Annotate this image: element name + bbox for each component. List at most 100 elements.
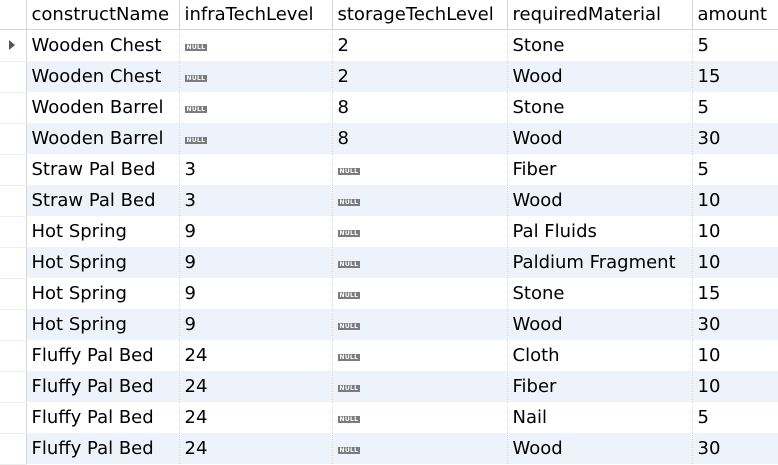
grid-cell[interactable]: Fiber (507, 154, 693, 185)
grid-cell[interactable]: 15 (692, 278, 778, 309)
column-header[interactable]: requiredMaterial (507, 0, 693, 30)
grid-cell[interactable]: 24 (179, 340, 333, 371)
row-selector[interactable] (0, 61, 27, 93)
grid-cell[interactable]: NULL (332, 216, 508, 247)
grid-cell[interactable]: 2 (332, 29, 508, 61)
grid-cell[interactable]: Stone (507, 92, 693, 123)
grid-cell[interactable]: NULL (332, 154, 508, 185)
column-header[interactable]: amount (692, 0, 778, 30)
grid-cell[interactable]: Cloth (507, 340, 693, 371)
grid-cell[interactable]: 2 (332, 61, 508, 92)
grid-cell[interactable]: Hot Spring (26, 247, 180, 278)
table-row[interactable]: Wooden Barrel NULL 8 Stone 5 (0, 92, 778, 124)
table-row[interactable]: Fluffy Pal Bed 24 NULL Wood 30 (0, 433, 778, 465)
grid-cell[interactable]: Fluffy Pal Bed (26, 371, 180, 402)
row-selector[interactable] (0, 247, 27, 279)
grid-cell[interactable]: Wood (507, 185, 693, 216)
grid-cell[interactable]: Fiber (507, 371, 693, 402)
grid-cell[interactable]: Fluffy Pal Bed (26, 340, 180, 371)
grid-cell[interactable]: NULL (332, 340, 508, 371)
table-row[interactable]: Hot Spring 9 NULL Pal Fluids 10 (0, 216, 778, 248)
row-selector[interactable] (0, 185, 27, 217)
grid-cell[interactable]: NULL (332, 185, 508, 216)
grid-cell[interactable]: 24 (179, 433, 333, 464)
grid-cell[interactable]: NULL (179, 92, 333, 123)
grid-cell[interactable]: Paldium Fragment (507, 247, 693, 278)
table-row[interactable]: Hot Spring 9 NULL Wood 30 (0, 309, 778, 341)
grid-cell[interactable]: 5 (692, 154, 778, 185)
grid-cell[interactable]: Hot Spring (26, 309, 180, 340)
grid-cell[interactable]: 5 (692, 402, 778, 433)
grid-cell[interactable]: 10 (692, 216, 778, 247)
grid-cell[interactable]: NULL (332, 278, 508, 309)
table-row[interactable]: Fluffy Pal Bed 24 NULL Cloth 10 (0, 340, 778, 372)
table-row[interactable]: Wooden Chest NULL 2 Wood 15 (0, 61, 778, 93)
grid-cell[interactable]: 10 (692, 185, 778, 216)
grid-cell[interactable]: Stone (507, 278, 693, 309)
row-selector[interactable] (0, 92, 27, 124)
table-row[interactable]: Wooden Barrel NULL 8 Wood 30 (0, 123, 778, 155)
grid-cell[interactable]: 5 (692, 29, 778, 61)
grid-cell[interactable]: Wood (507, 123, 693, 154)
row-selector[interactable] (0, 371, 27, 403)
grid-cell[interactable]: NULL (179, 123, 333, 154)
grid-cell[interactable]: Wooden Barrel (26, 92, 180, 123)
row-selector[interactable] (0, 29, 27, 62)
grid-cell[interactable]: 3 (179, 154, 333, 185)
grid-cell[interactable]: 8 (332, 123, 508, 154)
row-selector[interactable] (0, 278, 27, 310)
table-row[interactable]: Fluffy Pal Bed 24 NULL Fiber 10 (0, 371, 778, 403)
grid-cell[interactable]: Fluffy Pal Bed (26, 433, 180, 464)
grid-cell[interactable]: Pal Fluids (507, 216, 693, 247)
grid-cell[interactable]: NULL (179, 61, 333, 92)
grid-cell[interactable]: 9 (179, 309, 333, 340)
row-selector[interactable] (0, 123, 27, 155)
row-selector[interactable] (0, 433, 27, 465)
row-selector[interactable] (0, 154, 27, 186)
grid-cell[interactable]: 30 (692, 309, 778, 340)
grid-cell[interactable]: NULL (332, 247, 508, 278)
row-selector[interactable] (0, 402, 27, 434)
results-grid[interactable]: constructName infraTechLevel storageTech… (0, 0, 778, 465)
grid-cell[interactable]: Wooden Chest (26, 61, 180, 92)
grid-cell[interactable]: Wood (507, 309, 693, 340)
grid-cell[interactable]: Hot Spring (26, 216, 180, 247)
grid-cell[interactable]: NULL (332, 402, 508, 433)
grid-cell[interactable]: Wooden Chest (26, 29, 180, 61)
grid-cell[interactable]: 30 (692, 433, 778, 464)
grid-cell[interactable]: NULL (332, 371, 508, 402)
column-header[interactable]: constructName (26, 0, 180, 30)
column-header[interactable]: infraTechLevel (179, 0, 333, 30)
grid-cell[interactable]: 15 (692, 61, 778, 92)
grid-cell[interactable]: 10 (692, 340, 778, 371)
grid-cell[interactable]: Wood (507, 433, 693, 464)
table-row[interactable]: Hot Spring 9 NULL Paldium Fragment 10 (0, 247, 778, 279)
grid-cell[interactable]: 10 (692, 247, 778, 278)
grid-cell[interactable]: 24 (179, 402, 333, 433)
grid-cell[interactable]: 10 (692, 371, 778, 402)
grid-cell[interactable]: Straw Pal Bed (26, 154, 180, 185)
table-row[interactable]: Fluffy Pal Bed 24 NULL Nail 5 (0, 402, 778, 434)
row-selector-header[interactable] (0, 0, 27, 30)
row-selector[interactable] (0, 340, 27, 372)
grid-cell[interactable]: Straw Pal Bed (26, 185, 180, 216)
table-row[interactable]: Straw Pal Bed 3 NULL Wood 10 (0, 185, 778, 217)
grid-cell[interactable]: Stone (507, 29, 693, 61)
grid-cell[interactable]: 30 (692, 123, 778, 154)
grid-cell[interactable]: Nail (507, 402, 693, 433)
grid-cell[interactable]: Fluffy Pal Bed (26, 402, 180, 433)
row-selector[interactable] (0, 309, 27, 341)
grid-cell[interactable]: 3 (179, 185, 333, 216)
grid-cell[interactable]: NULL (332, 309, 508, 340)
table-row[interactable]: Hot Spring 9 NULL Stone 15 (0, 278, 778, 310)
grid-cell[interactable]: 24 (179, 371, 333, 402)
grid-cell[interactable]: Wooden Barrel (26, 123, 180, 154)
grid-cell[interactable]: 8 (332, 92, 508, 123)
grid-cell[interactable]: NULL (179, 29, 333, 61)
grid-cell[interactable]: 5 (692, 92, 778, 123)
grid-cell[interactable]: 9 (179, 247, 333, 278)
grid-cell[interactable]: Hot Spring (26, 278, 180, 309)
grid-cell[interactable]: 9 (179, 278, 333, 309)
grid-cell[interactable]: Wood (507, 61, 693, 92)
grid-cell[interactable]: NULL (332, 433, 508, 464)
